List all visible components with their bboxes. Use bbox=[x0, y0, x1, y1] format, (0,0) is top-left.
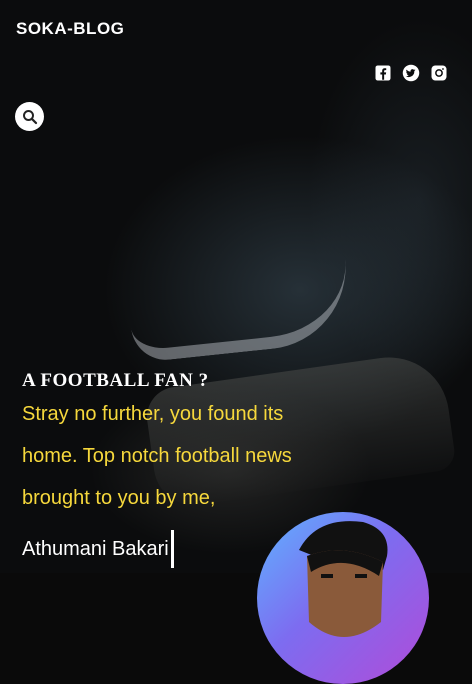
social-links bbox=[374, 64, 448, 82]
search-icon bbox=[22, 109, 37, 124]
facebook-icon[interactable] bbox=[374, 64, 392, 82]
cartoon-face-icon bbox=[299, 521, 388, 637]
twitter-icon[interactable] bbox=[402, 64, 420, 82]
intro-line: home. Top notch football news bbox=[22, 445, 292, 467]
author-avatar[interactable] bbox=[257, 512, 429, 684]
intro-heading: A FOOTBALL FAN ? bbox=[22, 370, 209, 391]
intro-line: Stray no further, you found its bbox=[22, 403, 284, 425]
shoe-swoosh bbox=[126, 258, 354, 364]
search-button[interactable] bbox=[15, 102, 44, 131]
typing-cursor bbox=[170, 530, 174, 568]
intro-line: brought to you by me, bbox=[22, 487, 216, 509]
site-header: SOKA-BLOG bbox=[0, 0, 472, 60]
site-title-link[interactable]: SOKA-BLOG bbox=[16, 19, 124, 39]
intro-section: A FOOTBALL FAN ? Stray no further, you f… bbox=[22, 370, 322, 570]
instagram-icon[interactable] bbox=[430, 64, 448, 82]
typed-name: Athumani Bakari bbox=[22, 538, 169, 560]
